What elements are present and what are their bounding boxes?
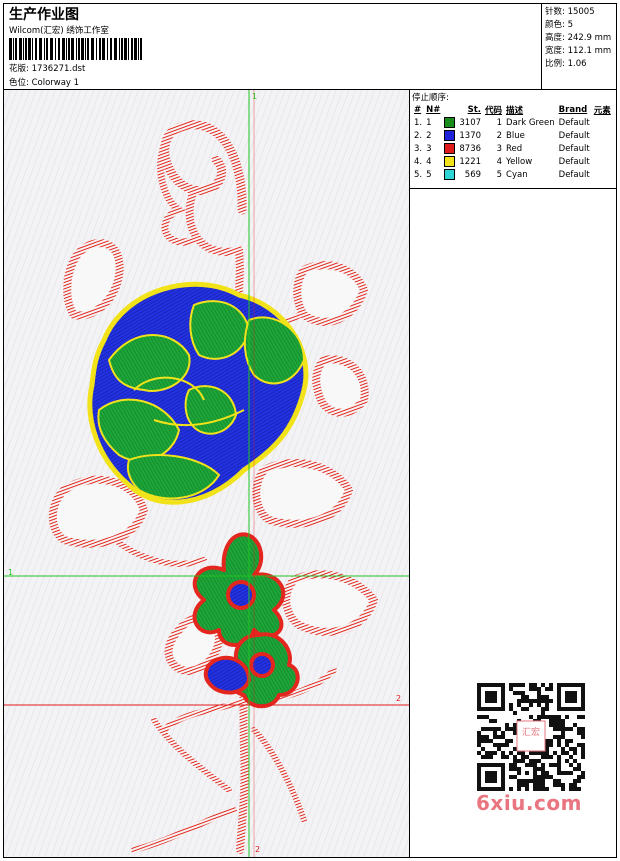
header-panel: 生产作业图 Wilcom(汇宏) 绣饰工作室 花版: 1736271.dst 色… xyxy=(4,4,542,90)
row-code: 3 xyxy=(496,143,503,154)
row-swatch xyxy=(442,129,457,142)
table-header-row: # N# St. 代码 描述 Brand 元素 xyxy=(412,103,613,116)
row-element xyxy=(592,129,613,142)
table-row: 4. 4 1221 4 Yellow Default xyxy=(412,155,613,168)
col-needle: N# xyxy=(426,104,441,115)
row-index: 3. xyxy=(414,143,423,154)
page-title: 生产作业图 xyxy=(9,7,79,23)
row-description: Cyan xyxy=(506,169,528,180)
row-description: Yellow xyxy=(506,156,533,167)
stat-scale: 比例: 1.06 xyxy=(545,59,587,69)
qr-code[interactable]: 汇宏 xyxy=(474,680,588,794)
row-element xyxy=(592,155,613,168)
table-row: 1. 1 3107 1 Dark Green Default xyxy=(412,116,613,129)
row-brand: Default xyxy=(558,156,590,167)
row-needle: 3 xyxy=(426,143,432,154)
panel-divider xyxy=(410,188,616,189)
row-code: 5 xyxy=(496,169,503,180)
row-brand: Default xyxy=(558,143,590,154)
design-info: 花版: 1736271.dst xyxy=(9,62,85,74)
sequence-title: 停止顺序: xyxy=(412,93,449,103)
color-swatch xyxy=(444,169,456,180)
row-brand: Default xyxy=(558,117,590,128)
table-row: 3. 3 8736 3 Red Default xyxy=(412,142,613,155)
table-row: 2. 2 1370 2 Blue Default xyxy=(412,129,613,142)
stop-sequence-table: # N# St. 代码 描述 Brand 元素 1. 1 3107 1 Dark Gre… xyxy=(412,103,613,181)
stats-panel: 针数: 15005 颜色: 5 高度: 242.9 mm 宽度: 112.1 m… xyxy=(542,4,616,90)
color-swatch xyxy=(444,117,456,128)
design-canvas[interactable]: 1 1 2 2 xyxy=(4,90,410,857)
row-code: 2 xyxy=(496,130,503,141)
barcode-image xyxy=(9,38,142,60)
colorway-value: Colorway 1 xyxy=(31,78,80,88)
color-swatch xyxy=(444,156,456,167)
row-code: 4 xyxy=(496,156,503,167)
studio-name: Wilcom(汇宏) 绣饰工作室 xyxy=(9,26,109,36)
row-swatch xyxy=(442,155,457,168)
stat-height: 高度: 242.9 mm xyxy=(545,33,612,43)
row-description: Red xyxy=(506,143,523,154)
stat-stitches: 针数: 15005 xyxy=(545,7,595,17)
design-label: 花版: xyxy=(9,64,29,74)
col-brand: Brand xyxy=(558,104,588,115)
row-index: 1. xyxy=(414,117,423,128)
stop-sequence-panel: 停止顺序: # N# St. 代码 描述 Brand 元素 1. 1 3107 1 Da… xyxy=(410,90,616,857)
row-brand: Default xyxy=(558,130,590,141)
color-swatch xyxy=(444,143,456,154)
row-brand: Default xyxy=(558,169,590,180)
col-stitches: St. xyxy=(467,104,482,115)
row-element xyxy=(592,168,613,181)
design-value: 1736271.dst xyxy=(31,64,86,74)
row-description: Dark Green xyxy=(506,117,555,128)
col-code: 代码 xyxy=(485,105,503,116)
col-description: 描述 xyxy=(506,105,524,116)
col-index: # xyxy=(414,104,422,115)
row-index: 5. xyxy=(414,169,423,180)
row-description: Blue xyxy=(506,130,525,141)
row-element xyxy=(592,116,613,129)
qr-seal-text: 汇宏 xyxy=(522,726,540,738)
row-swatch xyxy=(442,142,457,155)
color-swatch xyxy=(444,130,456,141)
row-code: 1 xyxy=(496,117,503,128)
guide-label-v2: 2 xyxy=(255,845,261,854)
row-element xyxy=(592,142,613,155)
production-sheet: 生产作业图 Wilcom(汇宏) 绣饰工作室 花版: 1736271.dst 色… xyxy=(3,3,617,858)
guide-label-h2: 2 xyxy=(396,694,402,703)
guide-label-v1: 1 xyxy=(252,92,258,101)
guide-label-h1: 1 xyxy=(8,568,14,577)
colorway-label: 色位: xyxy=(9,78,29,88)
row-needle: 2 xyxy=(426,130,432,141)
table-row: 5. 5 569 5 Cyan Default xyxy=(412,168,613,181)
row-stitches: 1370 xyxy=(459,130,482,141)
colorway-info: 色位: Colorway 1 xyxy=(9,76,79,88)
row-swatch xyxy=(442,116,457,129)
watermark-logo: 6xiu.com xyxy=(476,791,582,815)
embroidery-preview xyxy=(4,90,409,857)
col-element: 元素 xyxy=(593,105,611,116)
row-needle: 1 xyxy=(426,117,432,128)
row-index: 4. xyxy=(414,156,423,167)
row-needle: 5 xyxy=(426,169,432,180)
row-swatch xyxy=(442,168,457,181)
stat-colors: 颜色: 5 xyxy=(545,20,573,30)
row-index: 2. xyxy=(414,130,423,141)
row-stitches: 3107 xyxy=(459,117,482,128)
row-stitches: 1221 xyxy=(459,156,482,167)
stat-width: 宽度: 112.1 mm xyxy=(545,46,612,56)
col-swatch xyxy=(442,103,457,116)
row-stitches: 569 xyxy=(464,169,482,180)
row-needle: 4 xyxy=(426,156,432,167)
row-stitches: 8736 xyxy=(459,143,482,154)
